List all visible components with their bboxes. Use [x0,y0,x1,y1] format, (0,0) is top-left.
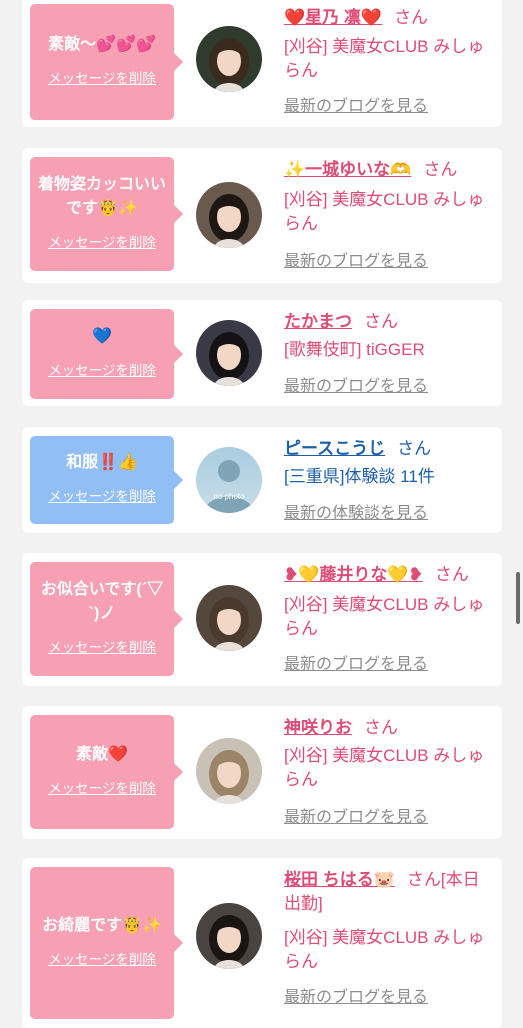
honorific: さん [364,312,398,331]
user-name-link[interactable]: 桜田 ちはる🐷 [284,870,395,889]
message-text: 和服‼️👍 [66,454,138,471]
shop-name: [刈谷] 美魔女CLUB みしゅらん [284,746,485,789]
message-bubble: お綺麗です🤴✨ メッセージを削除 [30,867,183,1019]
shop-name: [刈谷] 美魔女CLUB みしゅらん [284,595,485,638]
message-bubble: 素敵〜💕💕💕 メッセージを削除 [30,4,183,120]
message-text: お似合いです(´▽`)ノ [40,581,164,622]
user-info: ピースこうじ さん [三重県]体験談 11件 最新の体験談を見る [284,437,494,522]
message-text: 素敵〜💕💕💕 [48,36,156,53]
avatar[interactable] [196,320,262,386]
user-name-link[interactable]: ✨一城ゆいな🫶 [284,160,411,179]
avatar[interactable] [196,585,262,651]
delete-message-link[interactable]: メッセージを削除 [48,777,156,797]
user-info: たかまつ さん [歌舞伎町] tiGGER 最新のブログを見る [284,310,494,395]
latest-post-link[interactable]: 最新のブログを見る [284,250,428,274]
user-name-link[interactable]: ❥💛藤井りな💛❥ [284,565,423,584]
svg-text:no photo: no photo [213,492,245,501]
latest-post-link[interactable]: 最新のブログを見る [284,95,428,119]
honorific: さん [364,718,398,737]
avatar[interactable] [196,903,262,969]
latest-post-link[interactable]: 最新のブログを見る [284,375,428,399]
latest-post-link[interactable]: 最新の体験談を見る [284,502,428,526]
honorific: さん [394,8,429,27]
message-bubble: 💙 メッセージを削除 [30,309,183,399]
favorite-card: お似合いです(´▽`)ノメッセージを削除 ❥💛藤井りな💛❥ さん [刈谷] 美魔女CL… [22,553,502,686]
favorite-card: お綺麗です🤴✨ メッセージを削除 桜田 ちはる🐷 さん[本日出勤] [刈谷] 美魔女CL… [22,858,502,1028]
avatar[interactable] [196,26,262,92]
shop-name: [三重県]体験談 11件 [284,467,435,486]
user-info: ❤️星乃 凛❤️ さん [刈谷] 美魔女CLUB みしゅらん 最新のブログを見る [284,6,494,115]
message-text: 💙 [92,328,112,345]
message-text: 着物姿カッコいいです🤴✨ [37,176,166,217]
latest-post-link[interactable]: 最新のブログを見る [284,986,428,1010]
latest-post-link[interactable]: 最新のブログを見る [284,806,428,830]
shop-name: [歌舞伎町] tiGGER [284,340,425,359]
favorite-card: 素敵❤️ メッセージを削除 神咲りお さん [刈谷] 美魔女CLUB みしゅらん最新のブ… [22,706,502,839]
honorific: さん [423,160,458,179]
user-name-link[interactable]: 神咲りお [284,718,352,737]
user-info: ❥💛藤井りな💛❥ さん [刈谷] 美魔女CLUB みしゅらん 最新のブログを見る [284,563,494,673]
message-bubble: お似合いです(´▽`)ノメッセージを削除 [30,562,183,676]
delete-message-link[interactable]: メッセージを削除 [48,67,156,87]
avatar[interactable]: no photo [196,447,262,513]
favorite-card: 着物姿カッコいいです🤴✨ メッセージを削除 ✨一城ゆいな🫶 さん [刈谷] 美魔女CLU… [22,148,502,283]
message-text: 素敵❤️ [76,746,128,763]
honorific: さん [406,870,441,889]
user-info: 神咲りお さん [刈谷] 美魔女CLUB みしゅらん 最新のブログを見る [284,716,494,826]
delete-message-link[interactable]: メッセージを削除 [48,636,156,656]
message-bubble: 着物姿カッコいいです🤴✨ メッセージを削除 [30,157,183,271]
shop-name: [刈谷] 美魔女CLUB みしゅらん [284,37,485,80]
favorite-card: 💙 メッセージを削除 たかまつ さん [歌舞伎町] tiGGER 最新のブログを見る [22,300,502,406]
delete-message-link[interactable]: メッセージを削除 [48,359,156,379]
honorific: さん [434,565,469,584]
user-name-link[interactable]: たかまつ [284,312,352,331]
avatar[interactable] [196,182,262,248]
delete-message-link[interactable]: メッセージを削除 [48,231,156,251]
message-bubble: 素敵❤️ メッセージを削除 [30,715,183,829]
honorific: さん [397,439,432,458]
user-info: 桜田 ちはる🐷 さん[本日出勤] [刈谷] 美魔女CLUB みしゅらん 最新のブログを… [284,868,494,1006]
user-name-link[interactable]: ❤️星乃 凛❤️ [284,8,382,27]
shop-name: [刈谷] 美魔女CLUB みしゅらん [284,928,485,971]
delete-message-link[interactable]: メッセージを削除 [48,948,156,968]
scrollbar[interactable] [516,572,520,624]
shop-name: [刈谷] 美魔女CLUB みしゅらん [284,190,485,233]
favorite-card: 素敵〜💕💕💕 メッセージを削除 ❤️星乃 凛❤️ さん [刈谷] 美魔女CLUB みしゅ… [22,0,502,127]
favorite-card: 和服‼️👍 メッセージを削除 no photo ピースこうじ さん [三重県]体験談 11… [22,427,502,533]
user-info: ✨一城ゆいな🫶 さん [刈谷] 美魔女CLUB みしゅらん 最新のブログを見る [284,158,494,270]
avatar[interactable] [196,738,262,804]
latest-post-link[interactable]: 最新のブログを見る [284,653,428,677]
message-bubble: 和服‼️👍 メッセージを削除 [30,436,183,524]
message-text: お綺麗です🤴✨ [42,917,162,934]
user-name-link[interactable]: ピースこうじ [284,439,385,458]
delete-message-link[interactable]: メッセージを削除 [48,485,156,505]
